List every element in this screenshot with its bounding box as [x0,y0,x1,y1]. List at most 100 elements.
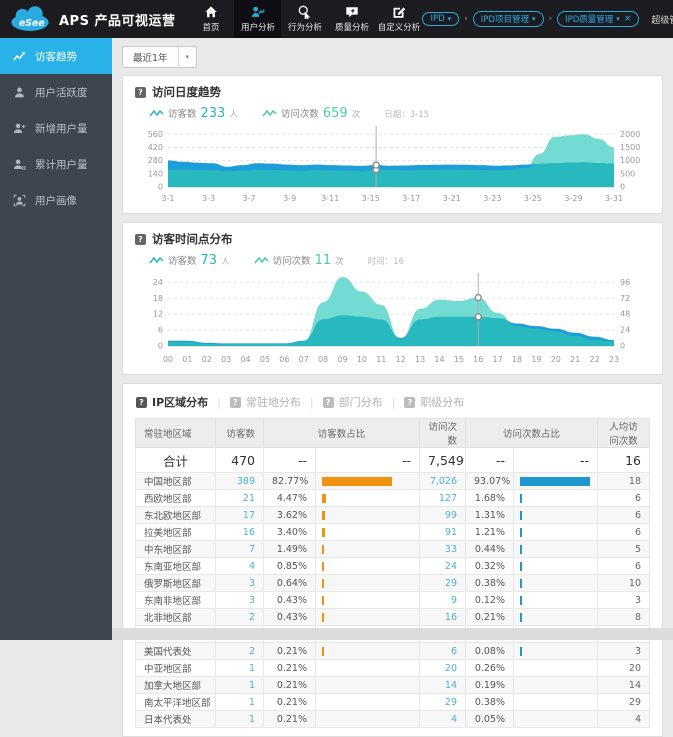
row-visits-count[interactable]: 127 [419,489,467,507]
distribution-panel: ? IP区域分布 | ? 常驻地分布 | ? 部门分布 | ? 职级分布 常驻地… [122,383,663,737]
row-visits-bar-cell [513,523,599,541]
breadcrumb-pill-ipd[interactable]: IPD ▾ [422,12,460,26]
x-axis-label: 3-15 [362,194,380,203]
row-visits-count[interactable]: 29 [419,574,467,592]
daily-trend-chart[interactable]: 0 0 140 500 280 1000 420 1500 560 2000 3-1 3-3 3-7 3-… [135,123,652,205]
row-visitors-count[interactable]: 17 [215,506,264,524]
nav-item-behavior-analytics[interactable]: 行为分析 [281,0,328,38]
tab-residence[interactable]: ? 常驻地分布 [221,394,310,410]
row-visits-count[interactable]: 14 [419,676,467,694]
tab-grade[interactable]: ? 职级分布 [395,394,473,410]
row-visitors-count[interactable]: 7 [215,540,264,558]
sidebar-item-total-users[interactable]: 累计用户量 [0,146,112,182]
row-visitors-bar-cell [314,523,421,541]
right-axis-tick: 48 [620,310,630,319]
row-visits-count[interactable]: 16 [419,608,467,626]
total-visits-bar: -- [513,447,599,473]
nav-item-quality-analytics[interactable]: 质量分析 [328,0,375,38]
row-visits-bar-cell [513,574,599,592]
row-avg-visits: 8 [597,608,650,626]
row-avg-visits: 3 [597,642,650,660]
row-visits-count[interactable]: 20 [419,659,467,677]
row-visitors-count[interactable]: 1 [215,659,264,677]
time-range-selector[interactable]: 最近1年 ▾ [122,46,198,68]
total-visitors-pct: -- [263,447,316,473]
tab-department[interactable]: ? 部门分布 [314,394,392,410]
row-visits-count[interactable]: 4 [419,710,467,728]
daily-trend-panel: ? 访问日度趋势 访客数 233 人 访问次数 659 次 日期：3-15 00… [122,75,663,214]
row-visitors-pct: 1.49% [263,540,316,558]
row-visits-count[interactable]: 99 [419,506,467,524]
row-visits-count[interactable]: 7,026 [419,472,467,490]
row-visitors-count[interactable]: 3 [215,574,264,592]
row-region: 俄罗斯地区部 [135,574,216,592]
breadcrumb-separator: › [548,14,553,24]
row-visits-count[interactable]: 91 [419,523,467,541]
nav-item-custom-analytics[interactable]: 自定义分析 [375,0,422,38]
help-icon[interactable]: ? [135,233,146,245]
row-visits-pct: 0.38% [465,574,515,592]
row-visitors-count[interactable]: 16 [215,523,264,541]
hourly-distribution-chart[interactable]: 0 06 2412 4818 7224 9600 01 02 03 04 05 06 07 08 09 10 1… [135,270,652,366]
breadcrumb-pill-quality[interactable]: IPD质量管理 ▾ × [557,11,640,27]
user-portrait-icon [13,194,26,207]
table-row: 西欧地区部 21 4.47% 127 1.68% 6 [135,489,650,507]
row-visits-pct: 0.26% [465,659,515,677]
col-header-visits-pct: 访问次数占比 [465,418,599,448]
row-region: 美国代表处 [135,642,216,660]
row-visitors-count[interactable]: 2 [215,608,264,626]
row-visits-count[interactable]: 24 [419,557,467,575]
row-visitors-count[interactable]: 1 [215,676,264,694]
row-visits-count[interactable]: 29 [419,693,467,711]
zigzag-teal-icon [149,256,164,264]
close-icon[interactable]: × [624,14,632,24]
row-visitors-count[interactable]: 1 [215,710,264,728]
row-visits-count[interactable]: 33 [419,540,467,558]
hourly-distribution-title: ? 访客时间点分布 [135,231,650,247]
col-header-visits: 访问次数 [419,418,467,448]
home-icon [204,5,218,19]
row-visitors-count[interactable]: 21 [215,489,264,507]
row-visitors-count[interactable]: 389 [215,472,264,490]
left-axis-tick: 420 [148,143,163,152]
row-visitors-pct: 82.77% [263,472,316,490]
row-visitors-count[interactable]: 4 [215,557,264,575]
row-region: 南太平洋地区部 [135,693,216,711]
row-visitors-count[interactable]: 2 [215,642,264,660]
row-visits-count[interactable]: 9 [419,591,467,609]
row-region: 日本代表处 [135,710,216,728]
nav-item-user-analytics[interactable]: 用户分析 [234,0,282,38]
orange-bar [322,476,392,486]
row-visitors-pct: 0.43% [263,608,316,626]
sidebar-item-user-portrait[interactable]: 用户画像 [0,182,112,218]
row-region: 东南非地区部 [135,591,216,609]
table-row: 东北欧地区部 17 3.62% 99 1.31% 6 [135,506,650,524]
tab-ip-region[interactable]: ? IP区域分布 [135,394,217,410]
row-visitors-pct: 0.43% [263,591,316,609]
right-axis-tick: 72 [620,294,630,303]
logo[interactable]: eSee APS 产品可视运营 [0,0,183,38]
row-visitors-count[interactable]: 3 [215,591,264,609]
row-visitors-pct: 0.21% [263,693,316,711]
table-row: 日本代表处 1 0.21% 4 0.05% 4 [135,710,650,728]
x-axis-label: 07 [299,355,309,364]
user-analytics-icon [251,5,265,19]
row-region: 北非地区部 [135,608,216,626]
nav-item-home[interactable]: 首页 [187,0,234,38]
svg-text:eSee: eSee [19,18,45,29]
x-axis-label: 3-9 [283,194,296,203]
row-visits-count[interactable]: 6 [419,642,467,660]
row-visits-bar-cell [513,710,599,728]
row-region: 中亚地区部 [135,659,216,677]
breadcrumb-pill-project[interactable]: IPD项目管理 ▾ [472,11,544,27]
row-visitors-bar-cell [314,506,421,524]
sidebar-item-visitor-trend[interactable]: 访客趋势 [0,38,112,74]
sidebar-item-user-activity[interactable]: 用户活跃度 [0,74,112,110]
sidebar: 访客趋势 用户活跃度 新增用户量 累计用户量 用户画像 [0,38,112,640]
row-visits-pct: 93.07% [465,472,515,490]
x-axis-label: 3-7 [243,194,256,203]
help-icon[interactable]: ? [135,86,146,98]
sidebar-item-new-users[interactable]: 新增用户量 [0,110,112,146]
row-visitors-count[interactable]: 1 [215,693,264,711]
table-total-row: 合计 470 -- -- 7,549 -- -- 16 [135,447,650,473]
